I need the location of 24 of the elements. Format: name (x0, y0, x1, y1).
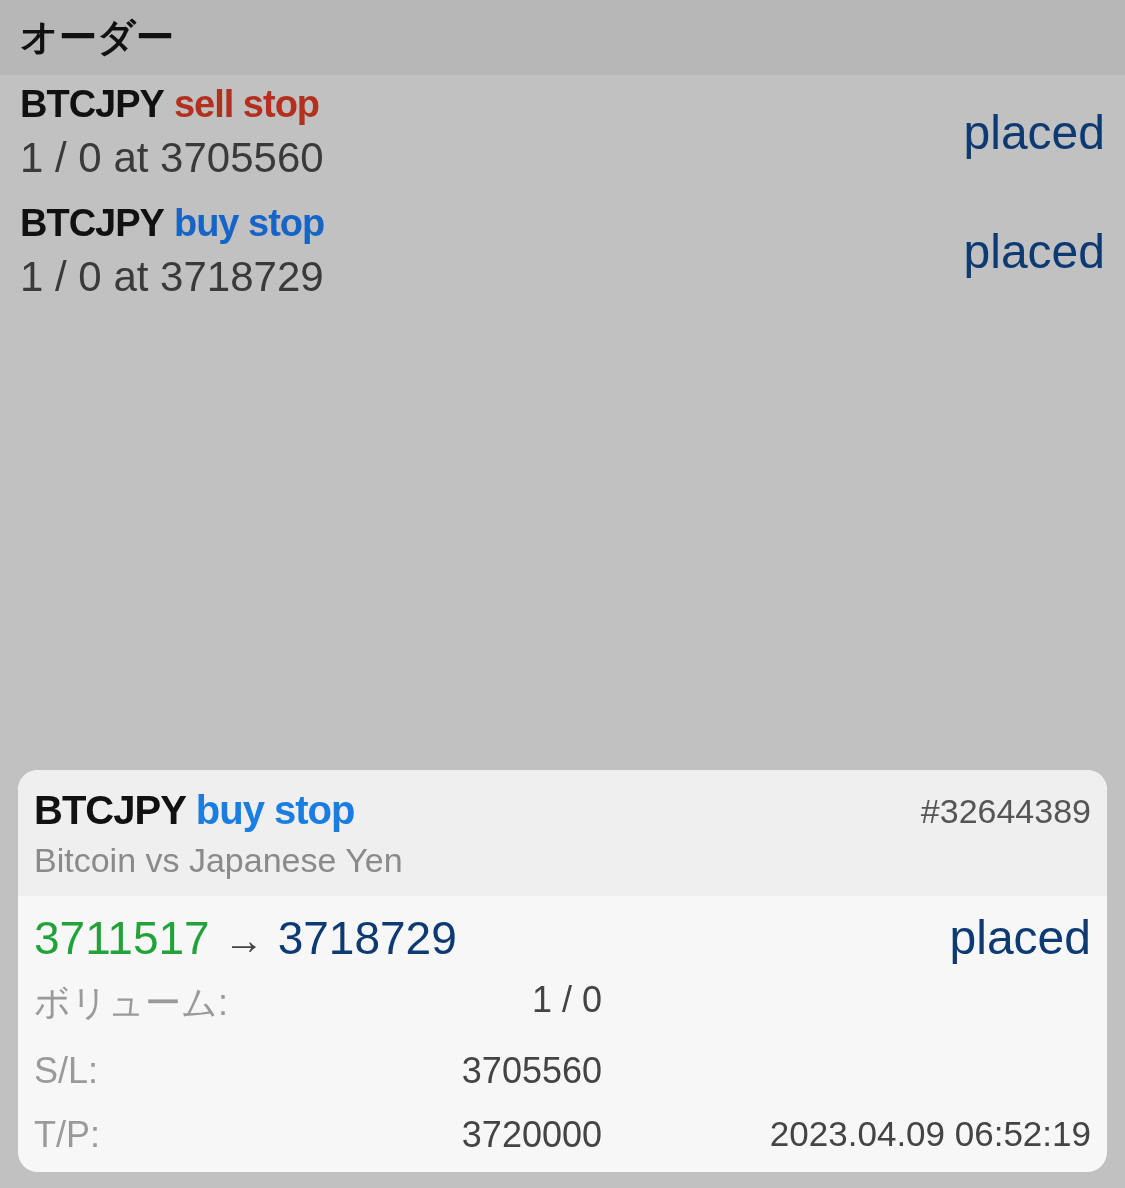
open-price: 3711517 (34, 910, 210, 965)
order-symbol: BTCJPY (20, 83, 164, 126)
symbol-description: Bitcoin vs Japanese Yen (34, 841, 403, 880)
order-type: sell stop (173, 83, 320, 126)
arrow-glyph: → (223, 917, 264, 963)
field-label: ボリューム: (34, 981, 229, 1025)
field-value: 1 / 0 (530, 979, 602, 1022)
field-label: T/P: (34, 1114, 101, 1156)
order-timestamp: 2023.04.09 06:52:19 (768, 1114, 1091, 1155)
order-detail: 1 / 0 at 3718729 (20, 253, 325, 301)
card-status: placed (949, 910, 1091, 965)
field-label: S/L: (34, 1050, 100, 1092)
order-detail: 1 / 0 at 3705560 (20, 134, 324, 182)
order-status: placed (963, 105, 1105, 160)
target-price: 3718729 (277, 910, 457, 965)
order-symbol: BTCJPY (20, 202, 164, 245)
order-status: placed (963, 224, 1105, 279)
order-type: buy stop (173, 202, 325, 245)
field-value: 3705560 (460, 1050, 602, 1092)
card-order-type: buy stop (195, 788, 355, 833)
card-symbol: BTCJPY (34, 788, 186, 833)
field-value: 3720000 (460, 1114, 602, 1156)
page-title: オーダー (20, 15, 174, 60)
order-number: #32644389 (920, 792, 1091, 832)
